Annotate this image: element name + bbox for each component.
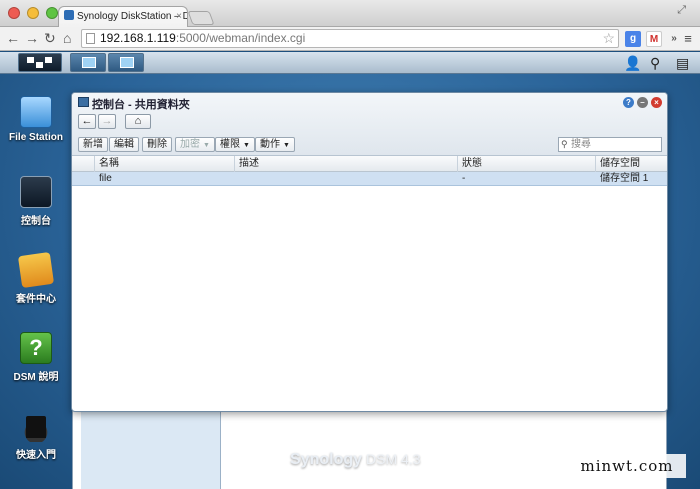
row-status-cell: - bbox=[462, 173, 466, 184]
desktop-icon-label: 控制台 bbox=[21, 216, 51, 227]
brand-name: Synology bbox=[290, 451, 363, 468]
dsm-taskbar: 👤 ⚲ ▤ bbox=[0, 52, 700, 74]
search-icon[interactable]: ⚲ bbox=[650, 55, 660, 72]
edit-button[interactable]: 編輯 bbox=[109, 137, 139, 152]
page-icon bbox=[86, 33, 95, 44]
window-title: 控制台 - 共用資料夾 bbox=[92, 99, 190, 111]
browser-tab[interactable]: Synology DiskStation – DS × bbox=[58, 6, 188, 28]
fullscreen-icon[interactable]: ⤢ bbox=[677, 4, 686, 17]
window-back-button[interactable]: ← bbox=[78, 114, 96, 129]
column-header-description[interactable]: 描述 bbox=[234, 156, 457, 172]
window-home-button[interactable]: ⌂ bbox=[125, 114, 151, 129]
background-window-sidebar bbox=[81, 410, 221, 489]
file-station-icon bbox=[20, 96, 52, 128]
gmail-extension-icon[interactable]: M bbox=[646, 31, 662, 47]
help-book-icon: ? bbox=[20, 332, 52, 364]
search-placeholder: 搜尋 bbox=[571, 139, 591, 150]
table-row[interactable]: file - 儲存空間 1 bbox=[72, 172, 667, 186]
search-input[interactable]: ⚲ 搜尋 bbox=[558, 137, 662, 152]
synology-favicon-icon bbox=[64, 10, 74, 20]
tab-close-icon[interactable]: × bbox=[176, 7, 182, 27]
column-header-name[interactable]: 名稱 bbox=[94, 156, 234, 172]
reload-button[interactable]: ↻ bbox=[44, 30, 56, 46]
search-icon: ⚲ bbox=[561, 139, 568, 149]
new-tab-button[interactable] bbox=[187, 11, 215, 25]
control-panel-title-icon bbox=[78, 97, 89, 107]
taskbar-control-panel-button[interactable] bbox=[108, 53, 144, 72]
desktop-icon-quick-start[interactable]: 快速入門 bbox=[6, 410, 66, 461]
create-button[interactable]: 新增 bbox=[78, 137, 108, 152]
back-button[interactable]: ← bbox=[6, 30, 20, 46]
minimize-button[interactable]: – bbox=[637, 97, 648, 108]
google-translate-extension-icon[interactable]: g bbox=[625, 31, 641, 47]
address-toolbar: ← → ↻ ⌂ 192.168.1.119:5000/webman/index.… bbox=[0, 27, 700, 51]
action-dropdown[interactable]: 動作 ▼ bbox=[255, 137, 295, 152]
minimize-window-button[interactable] bbox=[27, 7, 39, 19]
forward-button[interactable]: → bbox=[25, 30, 39, 46]
home-button[interactable]: ⌂ bbox=[63, 30, 71, 46]
chevron-down-icon: ▼ bbox=[243, 142, 250, 149]
desktop-icon-label: 套件中心 bbox=[16, 294, 56, 305]
window-header: 控制台 - 共用資料夾 ? – × ← → ⌂ 新增 編輯 刪除 加密 ▼ 權限 ▼… bbox=[72, 93, 667, 156]
main-menu-button[interactable] bbox=[18, 53, 62, 72]
chevron-down-icon: ▼ bbox=[283, 142, 290, 149]
chevron-down-icon: ▼ bbox=[203, 142, 210, 149]
desktop-icon-label: File Station bbox=[9, 132, 63, 143]
encrypt-dropdown[interactable]: 加密 ▼ bbox=[175, 137, 215, 152]
table-header: 名稱 描述 狀態 儲存空間 bbox=[72, 156, 667, 172]
magic-hat-icon bbox=[20, 410, 52, 442]
desktop-icon-control-panel[interactable]: 控制台 bbox=[6, 176, 66, 227]
user-icon[interactable]: 👤 bbox=[624, 55, 641, 72]
widgets-icon[interactable]: ▤ bbox=[676, 55, 689, 72]
control-panel-icon bbox=[20, 176, 52, 208]
control-panel-window: 控制台 - 共用資料夾 ? – × ← → ⌂ 新增 編輯 刪除 加密 ▼ 權限 ▼… bbox=[71, 92, 668, 412]
desktop-icon-label: DSM 說明 bbox=[13, 372, 59, 383]
package-center-icon bbox=[17, 251, 55, 289]
column-header-status[interactable]: 狀態 bbox=[457, 156, 595, 172]
url-input[interactable]: 192.168.1.119:5000/webman/index.cgi ☆ bbox=[81, 29, 619, 48]
help-button[interactable]: ? bbox=[623, 97, 634, 108]
file-station-taskbar-icon bbox=[82, 57, 96, 68]
browser-titlebar: Synology DiskStation – DS × ⤢ bbox=[0, 0, 700, 28]
url-path: :5000/webman/index.cgi bbox=[175, 31, 306, 45]
delete-button[interactable]: 刪除 bbox=[142, 137, 172, 152]
bookmark-star-icon[interactable]: ☆ bbox=[602, 30, 615, 47]
brand-version: DSM 4.3 bbox=[366, 451, 421, 467]
zoom-window-button[interactable] bbox=[46, 7, 58, 19]
desktop-icon-package-center[interactable]: 套件中心 bbox=[6, 251, 66, 305]
column-header-volume[interactable]: 儲存空間 bbox=[595, 156, 667, 172]
control-panel-taskbar-icon bbox=[120, 57, 134, 68]
desktop-icon-file-station[interactable]: File Station bbox=[6, 96, 66, 143]
tab-title: Synology DiskStation – DS bbox=[77, 11, 188, 22]
row-volume-cell: 儲存空間 1 bbox=[600, 173, 649, 184]
close-window-button[interactable] bbox=[8, 7, 20, 19]
synology-branding: Synology DSM 4.3 bbox=[290, 451, 420, 469]
chrome-menu-icon[interactable]: ≡ bbox=[680, 31, 696, 47]
row-name-cell: file bbox=[99, 173, 112, 184]
url-host: 192.168.1.119 bbox=[100, 31, 176, 45]
close-button[interactable]: × bbox=[651, 97, 662, 108]
desktop-icon-label: 快速入門 bbox=[16, 450, 56, 461]
watermark: minwt.com bbox=[568, 454, 686, 478]
taskbar-file-station-button[interactable] bbox=[70, 53, 106, 72]
permission-dropdown[interactable]: 權限 ▼ bbox=[215, 137, 255, 152]
window-forward-button[interactable]: → bbox=[98, 114, 116, 129]
desktop-icon-dsm-help[interactable]: ? DSM 說明 bbox=[6, 332, 66, 383]
